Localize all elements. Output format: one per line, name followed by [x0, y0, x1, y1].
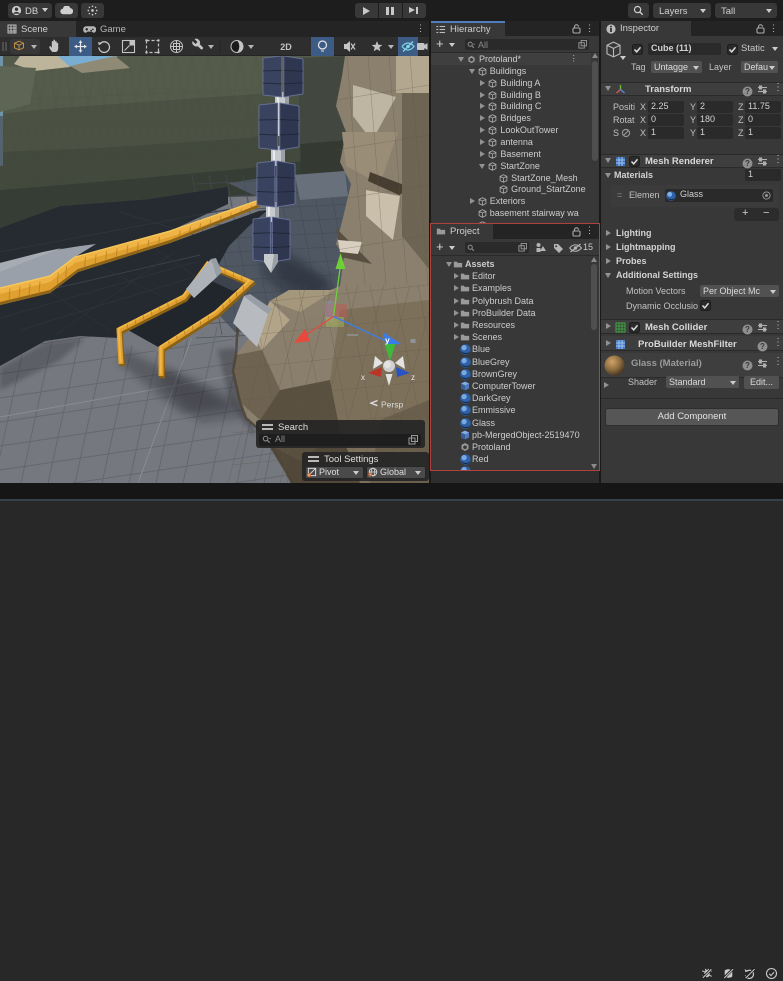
- svg-text:?: ?: [745, 87, 750, 96]
- svg-text:?: ?: [745, 159, 750, 168]
- svg-text:?: ?: [760, 342, 765, 351]
- svg-text:?: ?: [745, 361, 750, 370]
- svg-text:Persp: Persp: [381, 400, 403, 410]
- svg-text:z: z: [411, 373, 415, 382]
- svg-text:y: y: [385, 335, 390, 345]
- svg-text:?: ?: [745, 325, 750, 334]
- svg-text:2D: 2D: [280, 42, 292, 52]
- svg-text:x: x: [361, 373, 365, 382]
